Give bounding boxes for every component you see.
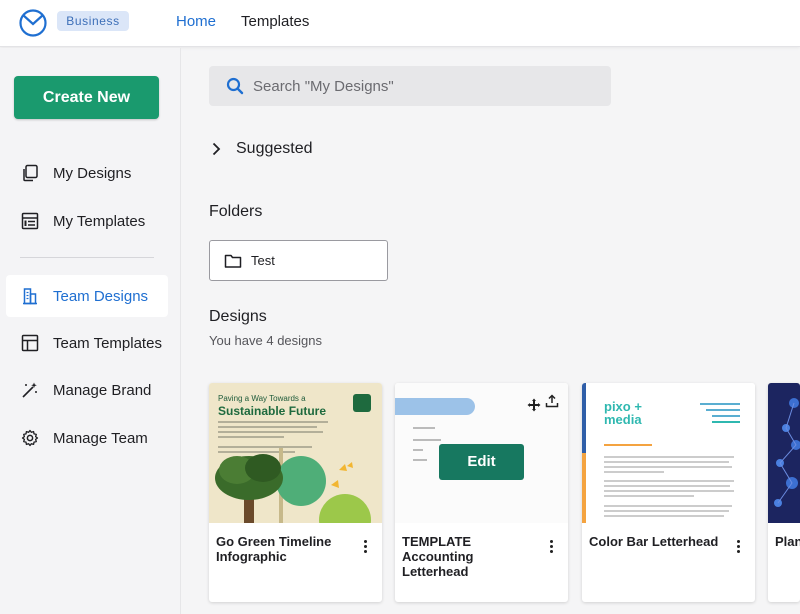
sidebar-divider	[20, 257, 154, 258]
design-thumbnail[interactable]: pixo + media	[582, 383, 755, 523]
sidebar-item-my-designs[interactable]: My Designs	[6, 152, 168, 194]
sidebar-item-my-templates[interactable]: My Templates	[6, 200, 168, 242]
chevron-right-icon	[212, 142, 221, 156]
sidebar-item-label: Team Templates	[53, 334, 162, 352]
thumb-heading: Sustainable Future	[218, 404, 327, 418]
app-logo-icon[interactable]	[18, 7, 48, 37]
timeline-illustration	[215, 448, 371, 523]
design-title[interactable]: Color Bar Letterhead	[589, 534, 724, 549]
nav-templates[interactable]: Templates	[241, 13, 309, 30]
sidebar: Create New My Designs My Templates Team …	[0, 48, 181, 614]
leaf-logo-icon	[353, 394, 371, 412]
folder-icon	[224, 254, 242, 268]
template-list-icon	[21, 212, 39, 230]
network-graphic	[774, 398, 800, 507]
sidebar-item-label: Manage Brand	[53, 381, 152, 399]
copy-icon	[21, 164, 39, 182]
grid-layout-icon	[21, 334, 39, 352]
gear-icon	[21, 429, 39, 447]
sidebar-item-label: Team Designs	[53, 287, 149, 305]
sidebar-item-label: My Designs	[53, 164, 132, 182]
suggested-toggle[interactable]: Suggested	[209, 140, 313, 158]
more-options-icon[interactable]	[737, 540, 741, 554]
top-bar: Business Home Templates	[0, 0, 800, 47]
nav-home[interactable]: Home	[176, 13, 216, 30]
more-options-icon[interactable]	[364, 540, 368, 554]
design-thumbnail[interactable]: Paving a Way Towards a Sustainable Futur…	[209, 383, 382, 523]
search-bar[interactable]	[209, 66, 611, 106]
design-thumbnail[interactable]: Edit	[395, 383, 568, 523]
design-thumbnail[interactable]	[768, 383, 800, 523]
search-icon	[226, 77, 244, 95]
design-card[interactable]: Edit TEMPLATE Accounting Letterhead	[395, 383, 568, 602]
thumb-text-lines	[604, 403, 740, 517]
designs-count: You have 4 designs	[209, 333, 323, 348]
suggested-label: Suggested	[236, 140, 313, 157]
sidebar-item-manage-team[interactable]: Manage Team	[6, 417, 168, 459]
search-input[interactable]	[253, 77, 593, 95]
more-options-icon[interactable]	[550, 540, 554, 554]
design-title[interactable]: Plan	[775, 534, 800, 549]
folder-item[interactable]: Test	[209, 240, 388, 281]
share-upload-icon[interactable]	[545, 394, 559, 408]
design-title[interactable]: TEMPLATE Accounting Letterhead	[402, 534, 537, 579]
sidebar-item-manage-brand[interactable]: Manage Brand	[6, 369, 168, 411]
building-icon	[21, 287, 39, 305]
sidebar-item-label: My Templates	[53, 212, 146, 230]
create-new-button[interactable]: Create New	[14, 76, 159, 119]
move-icon[interactable]	[527, 398, 541, 412]
thumb-heading-small: Paving a Way Towards a	[218, 394, 306, 403]
design-card[interactable]: Paving a Way Towards a Sustainable Futur…	[209, 383, 382, 602]
folder-label: Test	[251, 253, 275, 268]
edit-button[interactable]: Edit	[439, 444, 524, 480]
sidebar-item-team-templates[interactable]: Team Templates	[6, 322, 168, 364]
sidebar-item-team-designs[interactable]: Team Designs	[6, 275, 168, 317]
plan-badge: Business	[57, 11, 129, 31]
design-title[interactable]: Go Green Timeline Infographic	[216, 534, 351, 564]
design-card[interactable]: pixo + media Color Bar Letterhead	[582, 383, 755, 602]
sidebar-item-label: Manage Team	[53, 429, 148, 447]
design-card[interactable]: Plan	[768, 383, 800, 602]
folders-heading: Folders	[209, 203, 263, 220]
letterhead-banner	[395, 398, 475, 415]
designs-heading: Designs	[209, 308, 267, 325]
magic-wand-icon	[21, 381, 39, 399]
